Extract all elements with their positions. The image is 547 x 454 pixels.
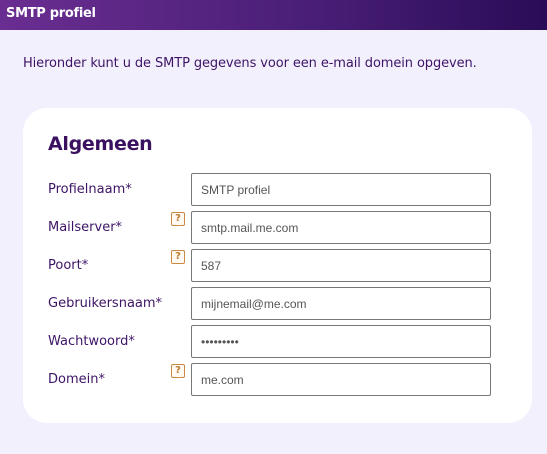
domain-help-icon[interactable]: ? <box>171 364 185 378</box>
username-input[interactable] <box>191 287 491 320</box>
port-label: Poort* <box>48 258 89 273</box>
password-input[interactable] <box>191 325 491 358</box>
username-label: Gebruikersnaam* <box>48 296 163 311</box>
intro-text: Hieronder kunt u de SMTP gegevens voor e… <box>23 56 477 71</box>
mailserver-help-icon[interactable]: ? <box>171 212 185 226</box>
mailserver-label: Mailserver* <box>48 220 123 235</box>
password-label: Wachtwoord* <box>48 334 135 349</box>
title-bar: SMTP profiel <box>0 0 547 30</box>
port-input[interactable] <box>191 249 491 282</box>
port-help-icon[interactable]: ? <box>171 250 185 264</box>
section-title: Algemeen <box>48 133 153 155</box>
domain-input[interactable] <box>191 363 491 396</box>
window-title: SMTP profiel <box>6 5 96 21</box>
profile-name-label: Profielnaam* <box>48 182 132 197</box>
domain-label: Domein* <box>48 372 105 387</box>
mailserver-input[interactable] <box>191 211 491 244</box>
general-section-card: Algemeen Profielnaam* Mailserver* ? Poor… <box>23 108 532 423</box>
profile-name-input[interactable] <box>191 173 491 206</box>
